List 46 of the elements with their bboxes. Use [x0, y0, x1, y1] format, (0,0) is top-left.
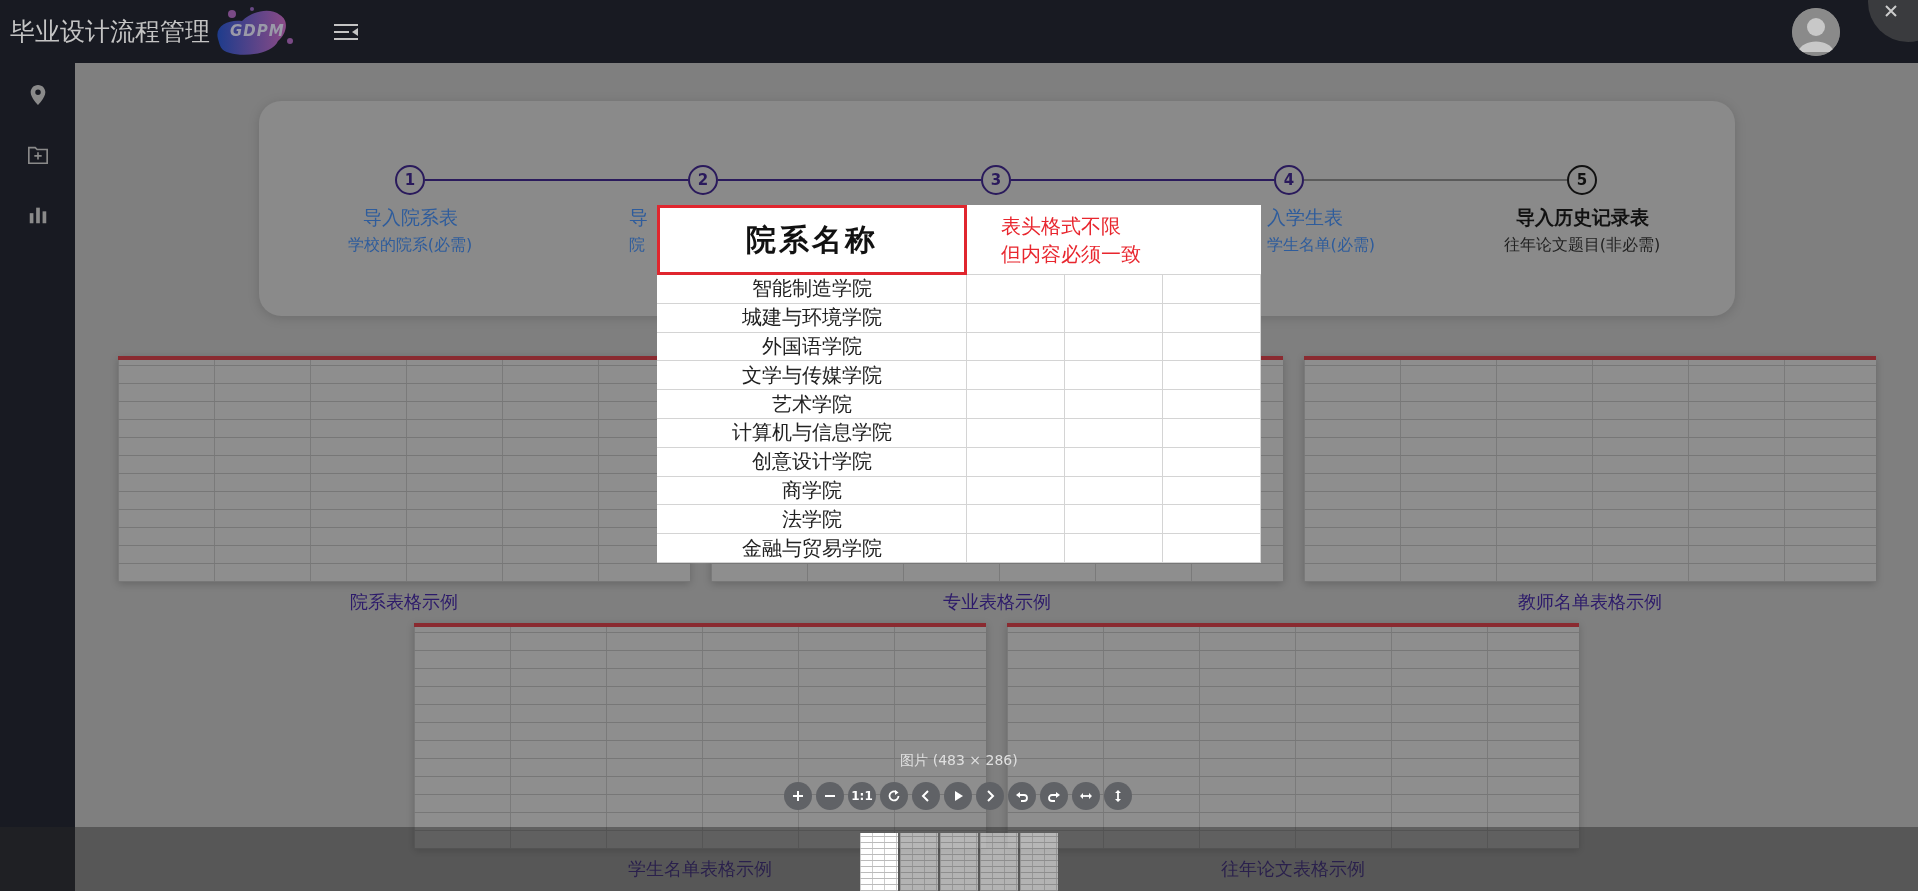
- example-caption: 院系表格示例: [349, 591, 458, 613]
- spreadsheet-image[interactable]: [117, 356, 690, 582]
- thumbnail[interactable]: [900, 833, 938, 891]
- step-title: 导: [628, 206, 648, 228]
- thumbnail[interactable]: [1020, 833, 1058, 891]
- note-text: 但内容必须一致: [1001, 240, 1142, 268]
- menu-collapse-icon[interactable]: [334, 22, 358, 41]
- step-number: 2: [688, 165, 718, 195]
- redo-icon: [1047, 789, 1061, 803]
- image-size-label: 图片 (483 × 286): [900, 752, 1018, 768]
- avatar-icon[interactable]: [1792, 7, 1840, 56]
- step-title: 导入历史记录表: [1515, 206, 1649, 228]
- table-cell: 法学院: [657, 505, 967, 535]
- step-subtitle: 往年论文题目(非必需): [1503, 235, 1661, 254]
- folder-plus-icon[interactable]: [26, 144, 49, 166]
- logo-text: GDPM: [230, 21, 285, 40]
- table-cell: 外国语学院: [657, 332, 967, 362]
- step-number: 1: [395, 165, 425, 195]
- step-subtitle: 院: [628, 235, 645, 254]
- note-text: 表头格式不限: [1001, 212, 1122, 240]
- app-title: 毕业设计流程管理: [10, 16, 210, 48]
- step-subtitle: 学校的院系(必需): [347, 235, 473, 254]
- thumbnail[interactable]: [980, 833, 1018, 891]
- thumbnail[interactable]: [940, 833, 978, 891]
- step-title: 导入院系表: [362, 206, 458, 228]
- table-cell: 城建与环境学院: [657, 303, 967, 333]
- table-cell: 计算机与信息学院: [657, 419, 967, 448]
- close-icon: [1884, 4, 1898, 18]
- table-cell: 智能制造学院: [657, 275, 967, 304]
- column-header: 院系名称: [657, 205, 967, 275]
- refresh-icon: [887, 789, 901, 803]
- undo-icon: [1015, 789, 1029, 803]
- plus-icon: [791, 789, 805, 803]
- step-subtitle: 学生名单(必需): [1266, 235, 1375, 254]
- table-cell: 金融与贸易学院: [657, 534, 967, 563]
- step-number: 4: [1274, 165, 1304, 195]
- table-cell: 艺术学院: [657, 390, 967, 419]
- table-cell: 商学院: [657, 476, 967, 506]
- step-number: 3: [981, 165, 1011, 195]
- thumbnail[interactable]: [860, 833, 898, 891]
- table-cell: 创意设计学院: [657, 447, 967, 477]
- example-caption: 教师名单表格示例: [1517, 591, 1662, 613]
- table-cell: 文学与传媒学院: [657, 361, 967, 391]
- example-caption: 专业表格示例: [942, 591, 1051, 613]
- step-title: 入学生表: [1266, 206, 1343, 228]
- step-number: 5: [1567, 165, 1597, 195]
